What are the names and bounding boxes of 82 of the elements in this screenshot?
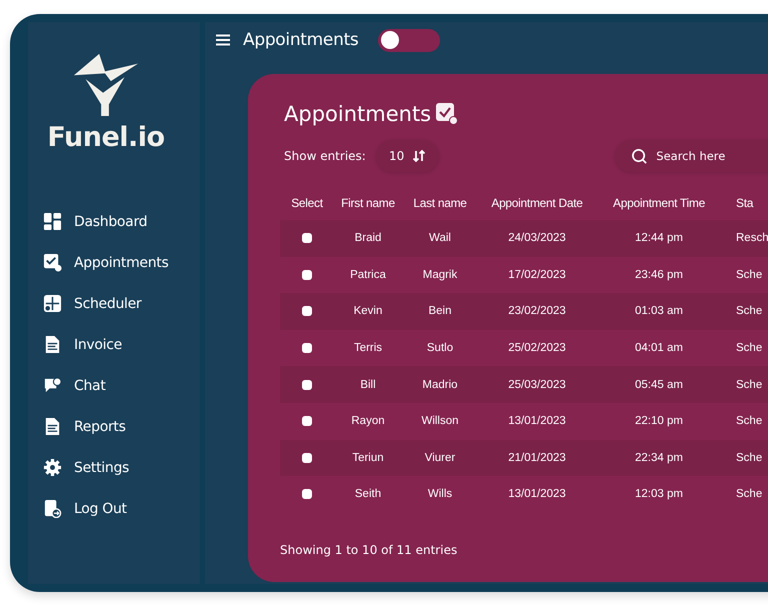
card-title: Appointments [284, 102, 432, 126]
table-cell-text: Sche [735, 452, 762, 464]
document-arrow-icon [43, 499, 62, 518]
table-cell-text: Bein [427, 305, 453, 318]
table-cell-text: 25/03/2023 [507, 378, 567, 391]
table-cell-text: 23:46 pm [634, 268, 684, 281]
settings-icon [43, 458, 62, 477]
table-cell-text: 21/01/2023 [507, 452, 567, 464]
table-cell-text: Viurer [424, 452, 456, 464]
entries-select[interactable]: 10 [376, 140, 440, 172]
table-cell-text: Willson [420, 415, 460, 428]
table-cell-text: 22:10 pm [634, 415, 684, 428]
sort-icon [412, 149, 426, 163]
table-cell-text: 13/01/2023 [507, 488, 567, 500]
entries-info: Showing 1 to 10 of 11 entries [280, 542, 458, 557]
document-icon [43, 335, 62, 354]
sidebar-item[interactable]: Reports [43, 406, 200, 447]
table-cell-text: 04:01 am [634, 342, 684, 354]
sidebar-item[interactable]: Appointments [43, 242, 200, 283]
sidebar-item[interactable]: Dashboard [43, 201, 200, 242]
table-cell-text: 22:34 pm [634, 452, 684, 464]
sidebar-item[interactable]: Invoice [43, 324, 200, 365]
table-cell-text: Sche [735, 305, 762, 318]
column-header: First name [340, 196, 396, 210]
table-cell-text: Sche [735, 415, 762, 428]
table-cell-text: 24/03/2023 [507, 232, 567, 244]
table-cell-text: Rayon [350, 415, 386, 428]
calendar-icon [43, 294, 62, 313]
grid-icon [43, 212, 62, 231]
row-checkbox[interactable] [302, 233, 312, 244]
table-cell-text: 23/02/2023 [507, 305, 567, 318]
column-header: Last name [412, 196, 468, 210]
table-cell-text: Wail [428, 232, 452, 244]
table-cell-text: Bill [359, 378, 377, 391]
search-field[interactable]: Search here [615, 140, 768, 172]
table-cell-text: Patrica [349, 268, 387, 281]
table-cell-text: 13/01/2023 [507, 415, 567, 428]
table-cell-text: Sutlo [426, 342, 454, 354]
table-cell-text: Wills [426, 488, 454, 500]
table-cell-text: Resch [735, 232, 768, 244]
row-checkbox[interactable] [302, 380, 312, 390]
table-cell-text: Teriun [351, 452, 385, 464]
checkbox-icon [436, 103, 458, 125]
table-cell-text: Braid [354, 232, 382, 244]
logo-text: Funel.io [47, 122, 165, 153]
sidebar-item[interactable]: Chat [43, 365, 200, 406]
table-cell-text: Terris [352, 342, 384, 354]
column-header: Select [290, 196, 324, 210]
menu-icon[interactable] [216, 34, 230, 46]
table-cell-text: 12:03 pm [634, 488, 684, 500]
table-cell-text: Sche [735, 488, 762, 500]
column-header: Appointment Date [490, 196, 584, 210]
column-header: Appointment Time [612, 196, 706, 210]
row-checkbox[interactable] [302, 270, 312, 280]
table-cell-text: Kevin [352, 305, 384, 318]
table-cell-text: Seith [354, 488, 382, 500]
table-cell-text: Madrio [421, 378, 459, 391]
sidebar-item[interactable]: Scheduler [43, 283, 200, 324]
table-cell-text: 17/02/2023 [507, 268, 567, 281]
document-icon [43, 417, 62, 436]
table-cell-text: 05:45 am [634, 378, 684, 391]
column-header: Sta [735, 196, 754, 210]
sidebar-item[interactable]: Log Out [43, 488, 200, 529]
table-cell-text: 12:44 pm [634, 232, 684, 244]
show-entries-label: Show entries: [284, 149, 367, 163]
search-input[interactable]: Search here [654, 148, 768, 164]
table-cell-text: 25/02/2023 [507, 342, 567, 354]
row-checkbox[interactable] [302, 452, 312, 463]
table-cell-text: Sche [735, 342, 762, 354]
checkbox-icon [43, 253, 62, 272]
row-checkbox[interactable] [302, 343, 312, 354]
sidebar-item[interactable]: Settings [43, 447, 200, 488]
table-cell-text: Magrik [422, 268, 458, 281]
page-title: Appointments [243, 30, 358, 50]
row-checkbox[interactable] [302, 416, 312, 426]
table-cell-text: Sche [735, 378, 762, 391]
row-checkbox[interactable] [302, 306, 312, 316]
search-icon [631, 148, 648, 164]
table-cell-text: Sche [735, 268, 762, 281]
row-checkbox[interactable] [302, 489, 312, 500]
table-cell-text: 01:03 am [634, 305, 684, 318]
toggle-switch[interactable] [378, 28, 440, 52]
